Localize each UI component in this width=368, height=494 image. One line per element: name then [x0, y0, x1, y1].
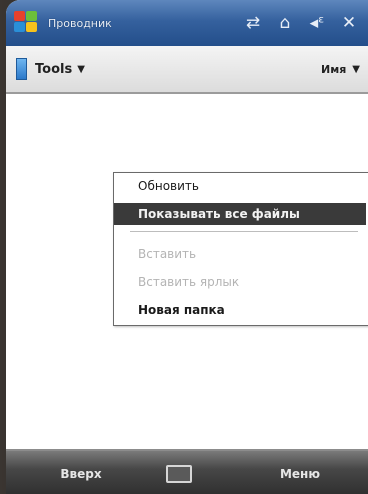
chevron-down-icon[interactable]: ▼	[352, 64, 360, 75]
sort-dropdown[interactable]: Имя	[321, 63, 346, 76]
menu-item-new-folder[interactable]: Новая папка	[114, 299, 366, 321]
soft-key-up[interactable]: Вверх	[6, 467, 156, 481]
menu-item-paste-shortcut[interactable]: Вставить ярлык	[114, 271, 366, 293]
volume-icon[interactable]: ◂ᵋ	[306, 13, 328, 33]
folder-dropdown[interactable]: Tools	[35, 62, 72, 77]
folder-icon	[16, 58, 27, 80]
connectivity-icon[interactable]: ⇄	[242, 13, 264, 33]
close-icon[interactable]: ✕	[338, 13, 360, 33]
chevron-down-icon[interactable]: ▼	[77, 64, 85, 75]
start-button[interactable]	[14, 11, 40, 35]
signal-icon[interactable]: ⌂	[274, 13, 296, 33]
title-bar: Проводник ⇄ ⌂ ◂ᵋ ✕	[6, 0, 368, 46]
device-screen: Проводник ⇄ ⌂ ◂ᵋ ✕ Tools ▼ Имя ▼ Обновит…	[6, 0, 368, 494]
menu-separator	[130, 231, 358, 232]
menu-item-paste[interactable]: Вставить	[114, 243, 366, 265]
status-icons: ⇄ ⌂ ◂ᵋ ✕	[242, 13, 360, 33]
keyboard-icon[interactable]	[166, 464, 192, 483]
soft-key-bar: Вверх Меню	[6, 449, 368, 494]
menu-item-show-all-files[interactable]: Показывать все файлы	[114, 203, 366, 225]
context-menu: Обновить Показывать все файлы Вставить В…	[113, 172, 368, 326]
app-title: Проводник	[48, 16, 112, 30]
folder-menu-bar: Tools ▼ Имя ▼	[6, 46, 368, 94]
soft-key-menu[interactable]: Меню	[232, 467, 368, 481]
menu-item-refresh[interactable]: Обновить	[114, 175, 366, 197]
